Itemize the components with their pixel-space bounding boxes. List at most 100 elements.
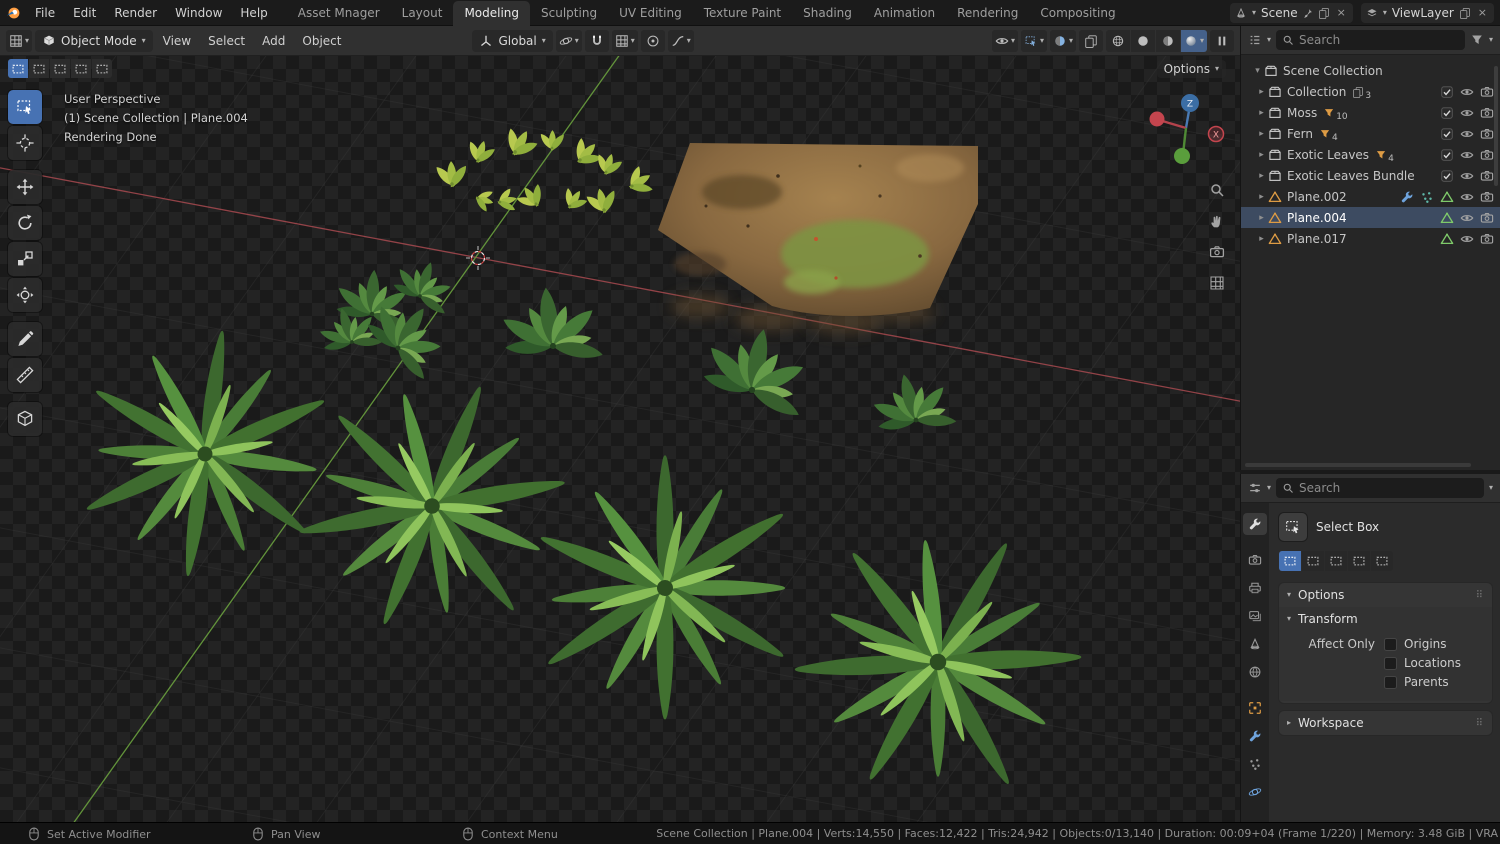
outliner-search-input[interactable] <box>1299 33 1459 47</box>
camera-view-icon[interactable] <box>1209 244 1225 260</box>
show-overlays-dropdown[interactable]: ▾ <box>1050 30 1076 52</box>
scene-selector[interactable]: ▾ Scene × <box>1230 3 1353 23</box>
render-camera-icon[interactable] <box>1480 169 1494 183</box>
new-scene-icon[interactable] <box>1318 7 1330 19</box>
outliner-scrollbar-horizontal[interactable] <box>1245 463 1471 467</box>
unlink-scene-icon[interactable]: × <box>1335 6 1348 19</box>
workspace-panel-header[interactable]: ▸ Workspace ⠿ <box>1279 711 1492 735</box>
editor-splitter[interactable] <box>1240 470 1500 474</box>
properties-editor-icon[interactable] <box>1248 481 1262 495</box>
chevron-down-icon[interactable]: ▾ <box>1489 484 1493 492</box>
tab-shading[interactable]: Shading <box>792 1 863 26</box>
menu-object[interactable]: Object <box>295 26 348 56</box>
pause-render-button[interactable] <box>1210 30 1234 52</box>
modifier-wrench-icon[interactable] <box>1400 190 1414 204</box>
tab-rendering[interactable]: Rendering <box>946 1 1029 26</box>
outliner-item-label[interactable]: Moss <box>1287 106 1317 120</box>
remove-viewlayer-icon[interactable]: × <box>1476 6 1489 19</box>
outliner-row-collection[interactable]: ▸ Collection 3 <box>1241 81 1500 102</box>
outliner-item-label[interactable]: Plane.002 <box>1287 190 1347 204</box>
render-camera-icon[interactable] <box>1480 232 1494 246</box>
show-gizmos-dropdown[interactable]: ▾ <box>1021 30 1047 52</box>
ortho-grid-icon[interactable] <box>1209 275 1225 291</box>
tab-output-properties[interactable] <box>1243 577 1267 599</box>
hide-eye-icon[interactable] <box>1460 232 1474 246</box>
parents-checkbox[interactable] <box>1384 676 1397 689</box>
options-panel-header[interactable]: ▾ Options ⠿ <box>1279 583 1492 607</box>
select-mode-invert-button[interactable] <box>71 59 91 78</box>
menu-edit[interactable]: Edit <box>64 0 105 26</box>
render-camera-icon[interactable] <box>1480 85 1494 99</box>
mesh-data-icon[interactable] <box>1440 211 1454 225</box>
hide-eye-icon[interactable] <box>1460 85 1474 99</box>
tab-modeling[interactable]: Modeling <box>453 1 530 26</box>
tab-object-properties[interactable] <box>1243 697 1267 719</box>
orientation-dropdown[interactable]: Global ▾ <box>472 30 552 52</box>
expand-chevron-icon[interactable]: ▸ <box>1255 171 1268 181</box>
properties-search[interactable] <box>1276 478 1484 498</box>
tool-cursor[interactable] <box>8 126 42 160</box>
tab-viewlayer-properties[interactable] <box>1243 605 1267 627</box>
tool-move[interactable] <box>8 170 42 204</box>
shading-rendered-button[interactable]: ▾ <box>1181 30 1207 52</box>
shading-solid-button[interactable] <box>1131 30 1155 52</box>
new-viewlayer-icon[interactable] <box>1459 7 1471 19</box>
render-camera-icon[interactable] <box>1480 190 1494 204</box>
parents-checkbox-row[interactable]: Parents <box>1384 675 1482 689</box>
outliner-item-label[interactable]: Plane.017 <box>1287 232 1347 246</box>
tool-options-dropdown[interactable]: Options ▾ <box>1157 60 1226 78</box>
panel-grip-icon[interactable]: ⠿ <box>1476 718 1484 729</box>
outliner-item-label[interactable]: Exotic Leaves Bundle <box>1287 169 1415 183</box>
locations-checkbox[interactable] <box>1384 657 1397 670</box>
mesh-data-icon[interactable] <box>1440 232 1454 246</box>
tab-layout[interactable]: Layout <box>391 1 454 26</box>
outliner-row-exotic-leaves-bundle[interactable]: ▸ Exotic Leaves Bundle <box>1241 165 1500 186</box>
mesh-data-icon[interactable] <box>1440 190 1454 204</box>
chevron-down-icon[interactable]: ▾ <box>1267 484 1271 492</box>
pan-hand-icon[interactable] <box>1209 213 1225 229</box>
tool-add-cube[interactable] <box>8 402 42 436</box>
origins-checkbox[interactable] <box>1384 638 1397 651</box>
select-mode-intersect-button[interactable] <box>1371 551 1393 571</box>
select-mode-new-button[interactable] <box>1279 551 1301 571</box>
select-mode-new-button[interactable] <box>8 59 28 78</box>
expand-chevron-icon[interactable]: ▸ <box>1255 108 1268 118</box>
exclude-checkbox[interactable] <box>1440 106 1454 120</box>
shading-material-button[interactable] <box>1156 30 1180 52</box>
exclude-checkbox[interactable] <box>1440 148 1454 162</box>
properties-search-input[interactable] <box>1299 481 1478 495</box>
render-camera-icon[interactable] <box>1480 211 1494 225</box>
hide-eye-icon[interactable] <box>1460 148 1474 162</box>
select-mode-extend-button[interactable] <box>1302 551 1324 571</box>
menu-file[interactable]: File <box>26 0 64 26</box>
tab-texture-paint[interactable]: Texture Paint <box>693 1 792 26</box>
select-mode-subtract-button[interactable] <box>50 59 70 78</box>
object-visibility-dropdown[interactable]: ▾ <box>992 30 1018 52</box>
exclude-checkbox[interactable] <box>1440 85 1454 99</box>
expand-chevron-icon[interactable]: ▸ <box>1255 150 1268 160</box>
tab-compositing[interactable]: Compositing <box>1029 1 1126 26</box>
exclude-checkbox[interactable] <box>1440 169 1454 183</box>
select-mode-extend-button[interactable] <box>29 59 49 78</box>
viewlayer-selector[interactable]: ▾ ViewLayer × <box>1361 3 1494 23</box>
outliner-item-label[interactable]: Fern <box>1287 127 1313 141</box>
menu-select[interactable]: Select <box>201 26 252 56</box>
tab-physics-properties[interactable] <box>1243 781 1267 803</box>
tool-select-box[interactable] <box>8 90 42 124</box>
snap-ring-button[interactable]: ▾ <box>556 30 582 52</box>
exclude-checkbox[interactable] <box>1440 127 1454 141</box>
filter-funnel-icon[interactable] <box>1470 33 1484 47</box>
tool-rotate[interactable] <box>8 206 42 240</box>
select-mode-intersect-button[interactable] <box>92 59 112 78</box>
gizmo-y-axis[interactable] <box>1174 148 1190 164</box>
chevron-down-icon[interactable]: ▾ <box>1489 36 1493 44</box>
tab-sculpting[interactable]: Sculpting <box>530 1 608 26</box>
tab-geometry-nodes[interactable]: Geometry Nodes <box>1127 1 1133 26</box>
expand-chevron-icon[interactable]: ▸ <box>1255 129 1268 139</box>
snapping-magnet-button[interactable] <box>585 30 609 52</box>
expand-chevron-icon[interactable]: ▾ <box>1251 66 1264 76</box>
outliner-item-label[interactable]: Exotic Leaves <box>1287 148 1369 162</box>
outliner-row-fern[interactable]: ▸ Fern 4 <box>1241 123 1500 144</box>
expand-chevron-icon[interactable]: ▸ <box>1255 234 1268 244</box>
outliner-row-scene-collection[interactable]: ▾ Scene Collection <box>1241 60 1500 81</box>
